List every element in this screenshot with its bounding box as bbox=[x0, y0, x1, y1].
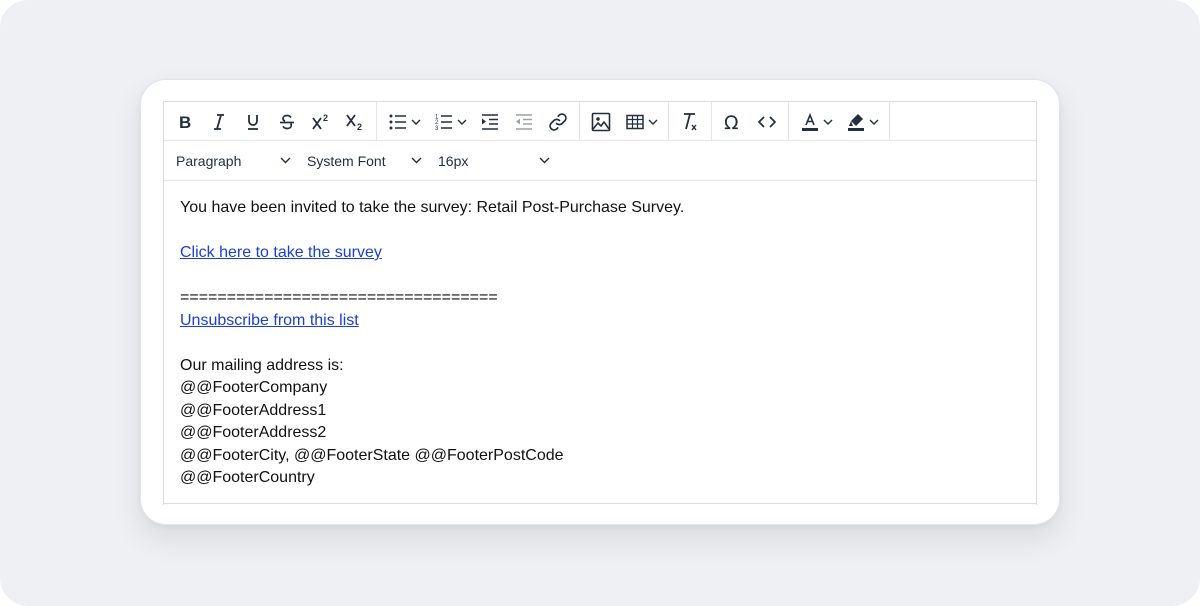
subscript-icon: 2 bbox=[346, 113, 362, 131]
image-icon bbox=[591, 112, 611, 131]
svg-text:3: 3 bbox=[435, 126, 439, 131]
highlight-icon bbox=[848, 113, 864, 131]
outdent-button[interactable] bbox=[507, 106, 541, 138]
special-character-button[interactable]: Ω bbox=[716, 106, 750, 138]
survey-link[interactable]: Click here to take the survey bbox=[180, 244, 382, 261]
bullet-list-icon bbox=[389, 114, 406, 129]
text-style-group: B 2 2 bbox=[164, 102, 377, 141]
svg-text:2: 2 bbox=[323, 113, 328, 123]
color-group bbox=[789, 102, 890, 141]
underline-button[interactable] bbox=[236, 106, 270, 138]
list-group: 123 bbox=[377, 102, 580, 141]
italic-icon bbox=[214, 113, 224, 130]
chevron-down-icon bbox=[823, 119, 833, 125]
text-color-icon bbox=[802, 112, 818, 131]
font-family-select[interactable]: System Font bbox=[299, 145, 430, 177]
strikethrough-icon bbox=[280, 114, 294, 129]
chevron-down-icon bbox=[411, 119, 421, 125]
numbered-list-icon: 123 bbox=[435, 114, 452, 131]
footer-country: @@FooterCountry bbox=[180, 469, 315, 486]
block-format-value: Paragraph bbox=[176, 152, 242, 169]
font-size-select[interactable]: 16px bbox=[430, 145, 558, 177]
editor-content[interactable]: You have been invited to take the survey… bbox=[180, 197, 1020, 490]
chevron-down-icon bbox=[280, 157, 291, 164]
rich-text-editor: B 2 2 1 2 3 Ω Paragraph System Font 16px… bbox=[163, 101, 1037, 505]
format-toolbar: Paragraph System Font 16px bbox=[164, 141, 1036, 181]
intro-text: You have been invited to take the survey… bbox=[180, 199, 685, 216]
bold-button[interactable]: B bbox=[168, 106, 202, 138]
numbered-list-button[interactable]: 123 bbox=[427, 106, 473, 138]
superscript-button[interactable]: 2 bbox=[304, 106, 338, 138]
font-size-value: 16px bbox=[438, 152, 469, 169]
subscript-button[interactable]: 2 bbox=[338, 106, 372, 138]
content-bottom-border bbox=[164, 503, 1036, 504]
svg-text:2: 2 bbox=[357, 122, 362, 131]
footer-company: @@FooterCompany bbox=[180, 379, 328, 396]
special-group: Ω bbox=[712, 102, 789, 141]
outdent-icon bbox=[516, 113, 532, 130]
image-button[interactable] bbox=[584, 106, 618, 138]
indent-icon bbox=[482, 113, 498, 130]
omega-icon: Ω bbox=[724, 112, 739, 132]
chevron-down-icon bbox=[457, 119, 467, 125]
svg-text:B: B bbox=[179, 113, 191, 131]
underline-icon bbox=[248, 114, 258, 130]
highlight-color-button[interactable] bbox=[839, 106, 885, 138]
editor-toolbar: B 2 2 1 2 3 Ω bbox=[164, 102, 1036, 141]
editor-card: B 2 2 1 2 3 Ω Paragraph System Font 16px… bbox=[140, 79, 1060, 525]
italic-button[interactable] bbox=[202, 106, 236, 138]
chevron-down-icon bbox=[539, 157, 550, 164]
source-code-button[interactable] bbox=[750, 106, 784, 138]
chevron-down-icon bbox=[869, 119, 879, 125]
superscript-icon: 2 bbox=[312, 113, 328, 130]
text-color-button[interactable] bbox=[793, 106, 839, 138]
unsubscribe-link[interactable]: Unsubscribe from this list bbox=[180, 312, 359, 329]
chevron-down-icon bbox=[648, 119, 658, 125]
table-button[interactable] bbox=[618, 106, 664, 138]
font-family-value: System Font bbox=[307, 152, 386, 169]
insert-group bbox=[580, 102, 669, 141]
bullet-list-button[interactable] bbox=[381, 106, 427, 138]
clear-formatting-icon bbox=[684, 112, 697, 130]
footer-address1: @@FooterAddress1 bbox=[180, 401, 327, 419]
chevron-down-icon bbox=[411, 157, 422, 164]
table-icon bbox=[626, 114, 644, 129]
svg-text:Ω: Ω bbox=[724, 112, 739, 132]
footer-address2: @@FooterAddress2 bbox=[180, 424, 327, 441]
code-icon bbox=[757, 115, 777, 128]
separator-line: ================================== bbox=[180, 289, 498, 306]
footer-city-line: @@FooterCity, @@FooterState @@FooterPost… bbox=[180, 446, 564, 464]
strikethrough-button[interactable] bbox=[270, 106, 304, 138]
link-button[interactable] bbox=[541, 106, 575, 138]
indent-button[interactable] bbox=[473, 106, 507, 138]
mailing-address-label: Our mailing address is: bbox=[180, 356, 344, 374]
clear-group bbox=[669, 102, 712, 141]
bold-icon: B bbox=[179, 113, 191, 131]
link-icon bbox=[549, 112, 567, 131]
clear-formatting-button[interactable] bbox=[673, 106, 707, 138]
block-format-select[interactable]: Paragraph bbox=[168, 145, 299, 177]
